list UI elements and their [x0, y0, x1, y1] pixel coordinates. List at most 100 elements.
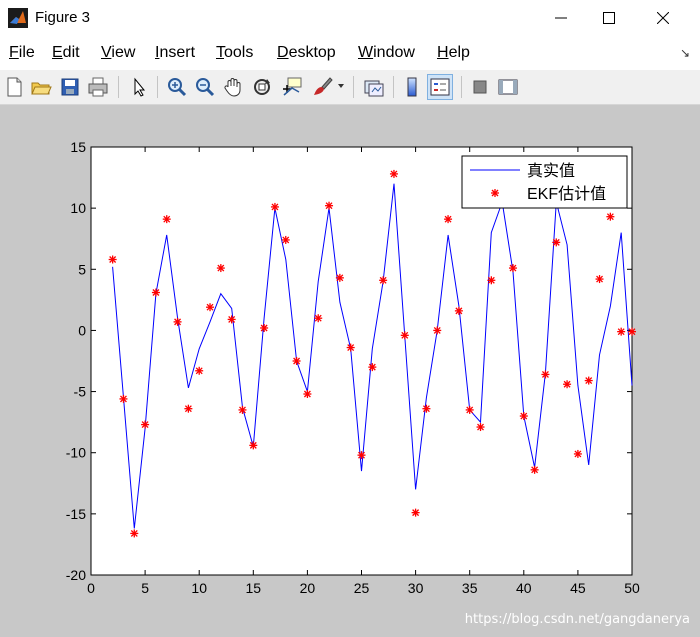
ekf-marker	[119, 394, 128, 403]
ekf-marker	[335, 273, 344, 282]
ekf-marker	[162, 215, 171, 224]
ekf-marker	[314, 314, 323, 323]
ekf-marker	[476, 423, 485, 432]
close-icon	[657, 12, 669, 24]
plot-area	[90, 146, 633, 576]
toolbar-separator	[118, 76, 119, 98]
x-tick-label: 40	[516, 580, 532, 596]
zoom-in-button[interactable]	[165, 75, 189, 99]
ekf-marker	[573, 449, 582, 458]
open-file-button[interactable]	[29, 75, 53, 99]
pointer-icon	[134, 77, 146, 97]
pan-button[interactable]	[221, 75, 245, 99]
x-tick-label: 25	[354, 580, 370, 596]
ekf-marker	[422, 404, 431, 413]
ekf-marker	[444, 215, 453, 224]
close-button[interactable]	[640, 0, 686, 36]
ekf-marker	[108, 255, 117, 264]
colorbar-button[interactable]	[400, 75, 424, 99]
ekf-marker	[249, 441, 258, 450]
print-button[interactable]	[86, 75, 110, 99]
ekf-marker	[389, 169, 398, 178]
ekf-marker	[519, 412, 528, 421]
toolbar-separator	[393, 76, 394, 98]
ekf-marker	[270, 202, 279, 211]
rotate-3d-button[interactable]	[250, 75, 274, 99]
legend-button[interactable]	[427, 74, 453, 100]
ekf-marker	[541, 370, 550, 379]
menu-help[interactable]: Help	[437, 44, 470, 62]
hide-plot-tools-button[interactable]	[468, 75, 492, 99]
menu-edit[interactable]: Edit	[52, 44, 80, 62]
ekf-marker	[584, 376, 593, 385]
ekf-marker	[184, 404, 193, 413]
y-tick-label: -15	[66, 506, 86, 522]
ekf-marker	[617, 327, 626, 336]
x-tick-label: 5	[141, 580, 149, 596]
pointer-button[interactable]	[127, 75, 151, 99]
brush-icon	[314, 77, 333, 95]
ekf-marker	[454, 306, 463, 315]
save-button[interactable]	[58, 75, 82, 99]
hide-plot-tools-icon	[473, 80, 487, 94]
maximize-button[interactable]	[586, 0, 632, 36]
ekf-marker	[487, 276, 496, 285]
ekf-marker	[151, 288, 160, 297]
brush-dropdown-arrow-icon[interactable]	[338, 84, 344, 88]
open-file-icon	[31, 82, 52, 95]
dock-arrow-icon[interactable]: ↘	[680, 46, 690, 60]
x-tick-label: 30	[408, 580, 424, 596]
ekf-marker	[379, 276, 388, 285]
x-tick-label: 45	[570, 580, 586, 596]
ekf-marker	[400, 331, 409, 340]
figure-toolbar	[0, 70, 700, 105]
ekf-marker	[303, 390, 312, 399]
menu-view[interactable]: View	[101, 44, 135, 62]
y-tick-label: -20	[66, 567, 86, 583]
new-figure-button[interactable]	[2, 75, 26, 99]
menu-tools[interactable]: Tools	[216, 44, 253, 62]
x-tick-label: 15	[246, 580, 262, 596]
minimize-button[interactable]	[538, 0, 584, 36]
legend-label-ekf: EKF估计值	[527, 185, 606, 203]
menu-file[interactable]: File	[9, 44, 35, 62]
toolbar-separator	[461, 76, 462, 98]
toolbar-separator	[157, 76, 158, 98]
ekf-marker	[563, 380, 572, 389]
menu-insert[interactable]: Insert	[155, 44, 195, 62]
brush-button[interactable]	[310, 75, 334, 99]
zoom-out-button[interactable]	[193, 75, 217, 99]
toolbar-separator	[353, 76, 354, 98]
menu-window[interactable]: Window	[358, 44, 415, 62]
menu-desktop[interactable]: Desktop	[277, 44, 336, 62]
print-icon	[88, 77, 108, 97]
ekf-marker	[411, 508, 420, 517]
rotate-3d-icon	[254, 79, 270, 95]
data-cursor-icon	[283, 77, 302, 96]
show-plot-tools-button[interactable]	[496, 75, 520, 99]
ekf-marker	[595, 275, 604, 284]
zoom-out-icon	[196, 78, 215, 97]
y-tick-label: 10	[70, 200, 86, 216]
data-cursor-button[interactable]	[280, 75, 304, 99]
ekf-marker	[606, 212, 615, 221]
link-plot-button[interactable]	[362, 75, 386, 99]
ekf-marker	[216, 264, 225, 273]
ekf-marker	[281, 235, 290, 244]
window-title: Figure 3	[35, 9, 91, 26]
ekf-marker	[173, 317, 182, 326]
y-tick-label: -10	[66, 445, 86, 461]
figure-canvas[interactable]: 0 5 10 15 20 25 30 35 40 45 50 -20 -15 -10 -5 0 5 10 15 真实值…	[0, 105, 700, 637]
maximize-icon	[603, 12, 615, 24]
ekf-marker	[508, 264, 517, 273]
watermark-text: https://blog.csdn.net/gangdanerya	[464, 612, 690, 627]
save-icon	[61, 78, 79, 96]
menu-bar: File Edit View Insert Tools Desktop Wind…	[0, 36, 700, 70]
pan-icon	[224, 78, 241, 97]
show-plot-tools-icon	[498, 79, 518, 95]
ekf-marker	[465, 405, 474, 414]
ekf-marker	[238, 405, 247, 414]
title-bar: Figure 3	[0, 0, 700, 36]
ekf-marker	[433, 326, 442, 335]
axes[interactable]: 0 5 10 15 20 25 30 35 40 45 50 -20 -15 -10 -5 0 5 10 15 真实值…	[0, 105, 700, 637]
